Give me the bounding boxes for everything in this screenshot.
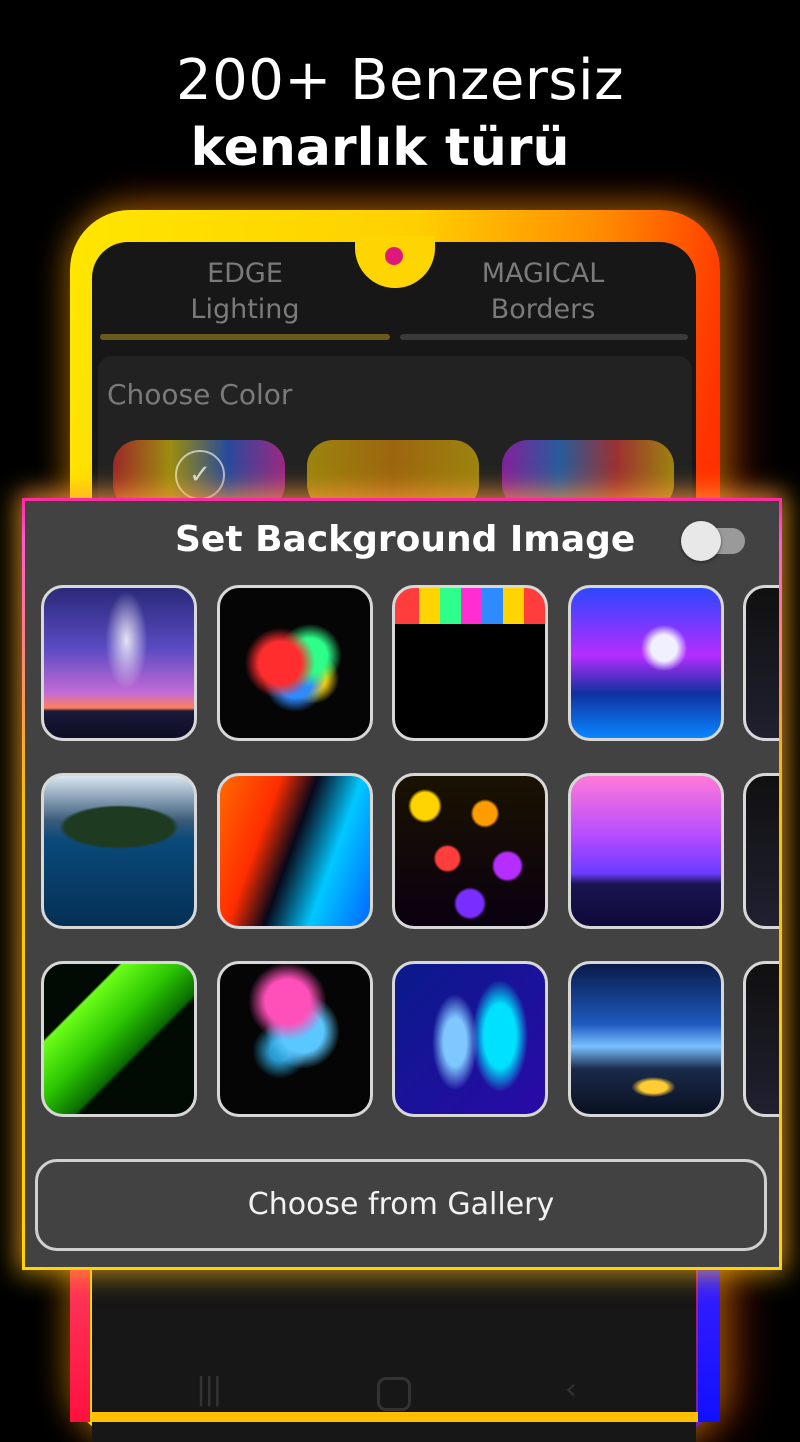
tab-magical-borders[interactable]: MAGICAL Borders bbox=[398, 256, 688, 328]
tab-label-bottom: Lighting bbox=[190, 294, 300, 325]
thumb-partial[interactable] bbox=[743, 773, 779, 929]
thumb-paint-drip[interactable] bbox=[392, 585, 548, 741]
back-icon[interactable]: ‹ bbox=[565, 1372, 577, 1407]
side-glow-left bbox=[70, 1260, 90, 1422]
dialog-title: Set Background Image bbox=[175, 519, 636, 560]
thumb-color-smoke[interactable] bbox=[217, 961, 373, 1117]
thumbnail-grid bbox=[41, 585, 779, 1125]
recent-apps-icon[interactable]: ||| bbox=[196, 1372, 222, 1407]
thumb-green-fern[interactable] bbox=[41, 961, 197, 1117]
tab-indicator-active bbox=[100, 334, 390, 340]
thumb-girl-on-chair[interactable] bbox=[568, 585, 724, 741]
thumb-partial[interactable] bbox=[743, 961, 779, 1117]
thumb-fire-and-ice[interactable] bbox=[217, 773, 373, 929]
thumb-tent-under-milky-way[interactable] bbox=[568, 961, 724, 1117]
side-glow-right bbox=[698, 1260, 720, 1422]
choose-from-gallery-button[interactable]: Choose from Gallery bbox=[35, 1159, 767, 1251]
home-icon[interactable] bbox=[377, 1377, 411, 1411]
check-icon: ✓ bbox=[175, 450, 225, 500]
toggle-thumb[interactable] bbox=[681, 521, 721, 561]
tab-label-bottom: Borders bbox=[490, 294, 596, 325]
thumb-blue-curves[interactable] bbox=[392, 961, 548, 1117]
thumb-galaxy-silhouette[interactable] bbox=[41, 585, 197, 741]
background-image-dialog: Set Background Image Choose from Gallery bbox=[22, 498, 782, 1270]
thumb-aurora-sky[interactable] bbox=[568, 773, 724, 929]
headline-line1: 200+ Benzersiz bbox=[176, 48, 624, 113]
thumb-neon-splash[interactable] bbox=[217, 585, 373, 741]
thumb-partial[interactable] bbox=[743, 585, 779, 741]
thumb-floating-island[interactable] bbox=[41, 773, 197, 929]
bottom-glow-bar bbox=[92, 1412, 698, 1422]
tab-label-top: EDGE bbox=[207, 258, 283, 289]
tab-edge-lighting[interactable]: EDGE Lighting bbox=[100, 256, 390, 328]
headline-line2: kenarlık türü bbox=[190, 118, 570, 178]
choose-color-title: Choose Color bbox=[107, 378, 293, 411]
tab-label-top: MAGICAL bbox=[481, 258, 605, 289]
thumb-colorful-leaves[interactable] bbox=[392, 773, 548, 929]
tab-indicator-inactive bbox=[400, 334, 688, 340]
